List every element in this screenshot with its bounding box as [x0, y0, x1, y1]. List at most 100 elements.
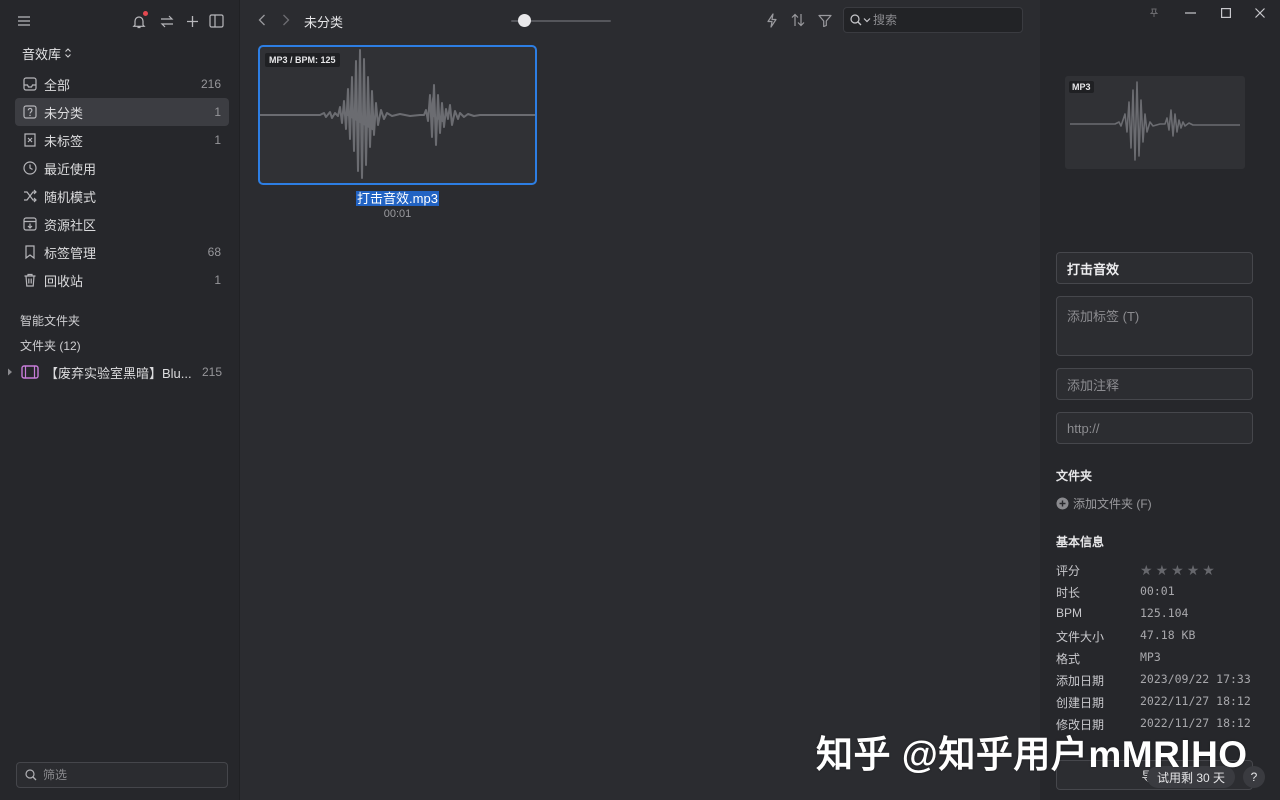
asset-filename[interactable]: 打击音效.mp3: [356, 191, 439, 206]
back-icon[interactable]: [251, 9, 273, 31]
tags-field[interactable]: 添加标签 (T): [1056, 296, 1253, 356]
url-placeholder: http://: [1067, 420, 1100, 436]
info-key: 时长: [1056, 586, 1081, 600]
url-field[interactable]: http://: [1056, 412, 1253, 444]
community-icon: [23, 217, 37, 231]
sidebar-item-random[interactable]: 随机模式: [15, 182, 229, 210]
zoom-slider-thumb[interactable]: [517, 14, 531, 27]
nav-list: 全部 216 未分类 1 未标签 1 最近使用 随机模式 资源社区 标签管理 6…: [15, 70, 229, 294]
sidebar-item-label: 全部: [44, 77, 71, 93]
menu-icon[interactable]: [11, 8, 37, 34]
main-content: 未分类 MP3 / BPM: 125 打击音效.mp3 00:01: [241, 0, 1039, 800]
info-row-added: 添加日期 2023/09/22 17:33: [1056, 672, 1266, 690]
format-badge: MP3 / BPM: 125: [265, 53, 340, 67]
add-icon[interactable]: [179, 8, 205, 34]
info-key: 文件大小: [1056, 630, 1105, 644]
rating-row: 评分 ★ ★ ★ ★ ★: [1056, 562, 1266, 580]
star-icon[interactable]: ★: [1202, 563, 1215, 577]
info-value: MP3: [1140, 650, 1161, 664]
basic-info-heading: 基本信息: [1056, 535, 1105, 549]
info-value: 125.104: [1140, 606, 1189, 620]
folders-heading[interactable]: 文件夹 (12): [20, 337, 81, 354]
star-icon[interactable]: ★: [1140, 563, 1153, 577]
notification-dot: [143, 11, 148, 16]
info-value: 00:01: [1140, 584, 1175, 598]
sidebar-item-all[interactable]: 全部 216: [15, 70, 229, 98]
filter-icon[interactable]: [814, 9, 836, 31]
minimize-icon[interactable]: [1178, 2, 1202, 24]
search-input[interactable]: [873, 13, 1003, 27]
forward-icon[interactable]: [275, 9, 297, 31]
sidebar-item-tags[interactable]: 标签管理 68: [15, 238, 229, 266]
search-icon: [25, 769, 37, 781]
caret-right-icon[interactable]: [6, 368, 14, 376]
sidebar-item-label: 最近使用: [44, 161, 97, 177]
info-value: 47.18 KB: [1140, 628, 1196, 642]
add-folder-label: 添加文件夹 (F): [1073, 497, 1152, 511]
pin-icon[interactable]: [1142, 2, 1166, 24]
close-icon[interactable]: [1248, 2, 1272, 24]
sidebar-item-trash[interactable]: 回收站 1: [15, 266, 229, 294]
add-folder-button[interactable]: 添加文件夹 (F): [1056, 495, 1152, 512]
folder-item[interactable]: 【废弃实验室黑暗】Blu... 215: [0, 358, 240, 386]
sidebar-item-community[interactable]: 资源社区: [15, 210, 229, 238]
info-key: 添加日期: [1056, 674, 1105, 688]
breadcrumb: 未分类: [304, 15, 344, 30]
sidebar-item-untagged[interactable]: 未标签 1: [15, 126, 229, 154]
bolt-icon[interactable]: [761, 9, 783, 31]
sidebar-item-recent[interactable]: 最近使用: [15, 154, 229, 182]
folder-name: 【废弃实验室黑暗】Blu...: [45, 365, 192, 381]
window-controls: [1140, 0, 1280, 26]
audio-asset-card[interactable]: MP3 / BPM: 125: [258, 45, 537, 185]
sidebar-item-count: 216: [200, 77, 221, 91]
maximize-icon[interactable]: [1214, 2, 1238, 24]
sidebar-item-count: 1: [214, 273, 221, 287]
sidebar-item-uncategorized[interactable]: 未分类 1: [15, 98, 229, 126]
sidebar: 音效库 全部 216 未分类 1 未标签 1 最近使用 随机模式 资源社区 标签…: [0, 0, 240, 800]
note-field[interactable]: 添加注释: [1056, 368, 1253, 400]
waveform-thumbnail: [260, 49, 535, 179]
sidebar-item-count: 68: [207, 245, 221, 259]
info-key: 创建日期: [1056, 696, 1105, 710]
info-value: 2022/11/27 18:12: [1140, 694, 1251, 708]
shuffle-icon: [24, 189, 37, 203]
info-row-format: 格式 MP3: [1056, 650, 1266, 668]
sidebar-item-label: 随机模式: [44, 189, 97, 205]
sidebar-item-label: 资源社区: [44, 217, 97, 233]
rating-label: 评分: [1056, 564, 1081, 578]
filter-field[interactable]: [16, 762, 228, 788]
rating-stars[interactable]: ★ ★ ★ ★ ★: [1140, 563, 1215, 577]
search-field[interactable]: [843, 7, 1023, 33]
star-icon[interactable]: ★: [1187, 563, 1200, 577]
bookmark-icon: [25, 245, 35, 260]
name-field[interactable]: 打击音效: [1056, 252, 1253, 284]
clock-icon: [23, 161, 37, 175]
sidebar-item-label: 回收站: [44, 273, 84, 289]
main-toolbar: 未分类: [241, 0, 1039, 40]
layout-panel-icon[interactable]: [203, 8, 229, 34]
question-box-icon: [23, 105, 37, 119]
sync-icon[interactable]: [154, 8, 180, 34]
info-key: 格式: [1056, 652, 1081, 666]
folder-heading: 文件夹: [1056, 469, 1093, 483]
note-placeholder: 添加注释: [1067, 377, 1120, 393]
bell-icon[interactable]: [126, 8, 152, 34]
star-icon[interactable]: ★: [1171, 563, 1184, 577]
format-badge: MP3: [1069, 81, 1094, 93]
star-icon[interactable]: ★: [1156, 563, 1169, 577]
info-row-duration: 时长 00:01: [1056, 584, 1266, 602]
sort-icon[interactable]: [787, 9, 809, 31]
audio-preview[interactable]: MP3: [1065, 76, 1245, 169]
sidebar-item-label: 未分类: [44, 105, 84, 121]
asset-name-container: 打击音效.mp3: [258, 188, 537, 207]
asset-duration: 00:01: [383, 208, 412, 220]
sidebar-item-count: 1: [214, 105, 221, 119]
inbox-icon: [23, 77, 37, 91]
untagged-icon: [24, 133, 36, 147]
chevron-down-icon[interactable]: [863, 17, 871, 23]
library-switcher[interactable]: 音效库: [22, 42, 72, 64]
tags-placeholder: 添加标签 (T): [1067, 309, 1140, 324]
sidebar-item-label: 未标签: [44, 133, 84, 149]
smart-folders-heading[interactable]: 智能文件夹: [20, 312, 80, 329]
filter-input[interactable]: [43, 768, 213, 782]
